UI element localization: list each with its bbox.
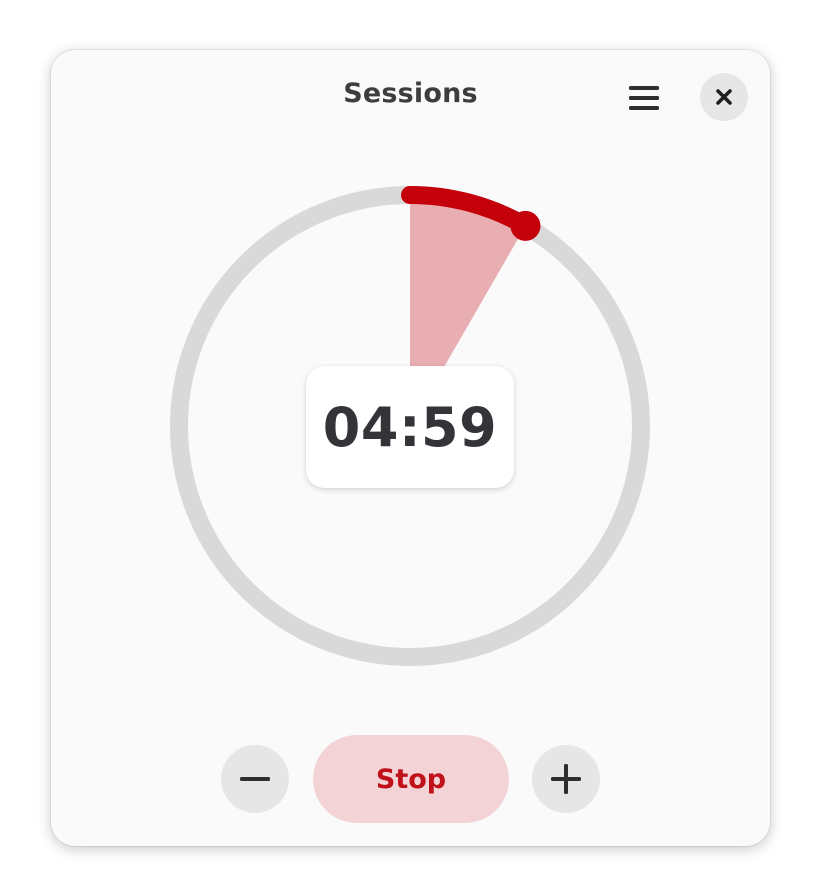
- decrease-time-button[interactable]: [221, 745, 289, 813]
- plus-icon: [551, 764, 581, 794]
- minus-icon: [240, 777, 270, 781]
- stop-button-label: Stop: [375, 763, 447, 795]
- stop-button[interactable]: Stop: [313, 735, 509, 823]
- time-remaining: 04:59: [322, 395, 498, 459]
- increase-time-button[interactable]: [532, 745, 600, 813]
- timer-progress-handle[interactable]: [510, 210, 541, 241]
- time-display-card: 04:59: [306, 366, 514, 488]
- timer-window: Sessions 04:59 Stop: [51, 50, 770, 846]
